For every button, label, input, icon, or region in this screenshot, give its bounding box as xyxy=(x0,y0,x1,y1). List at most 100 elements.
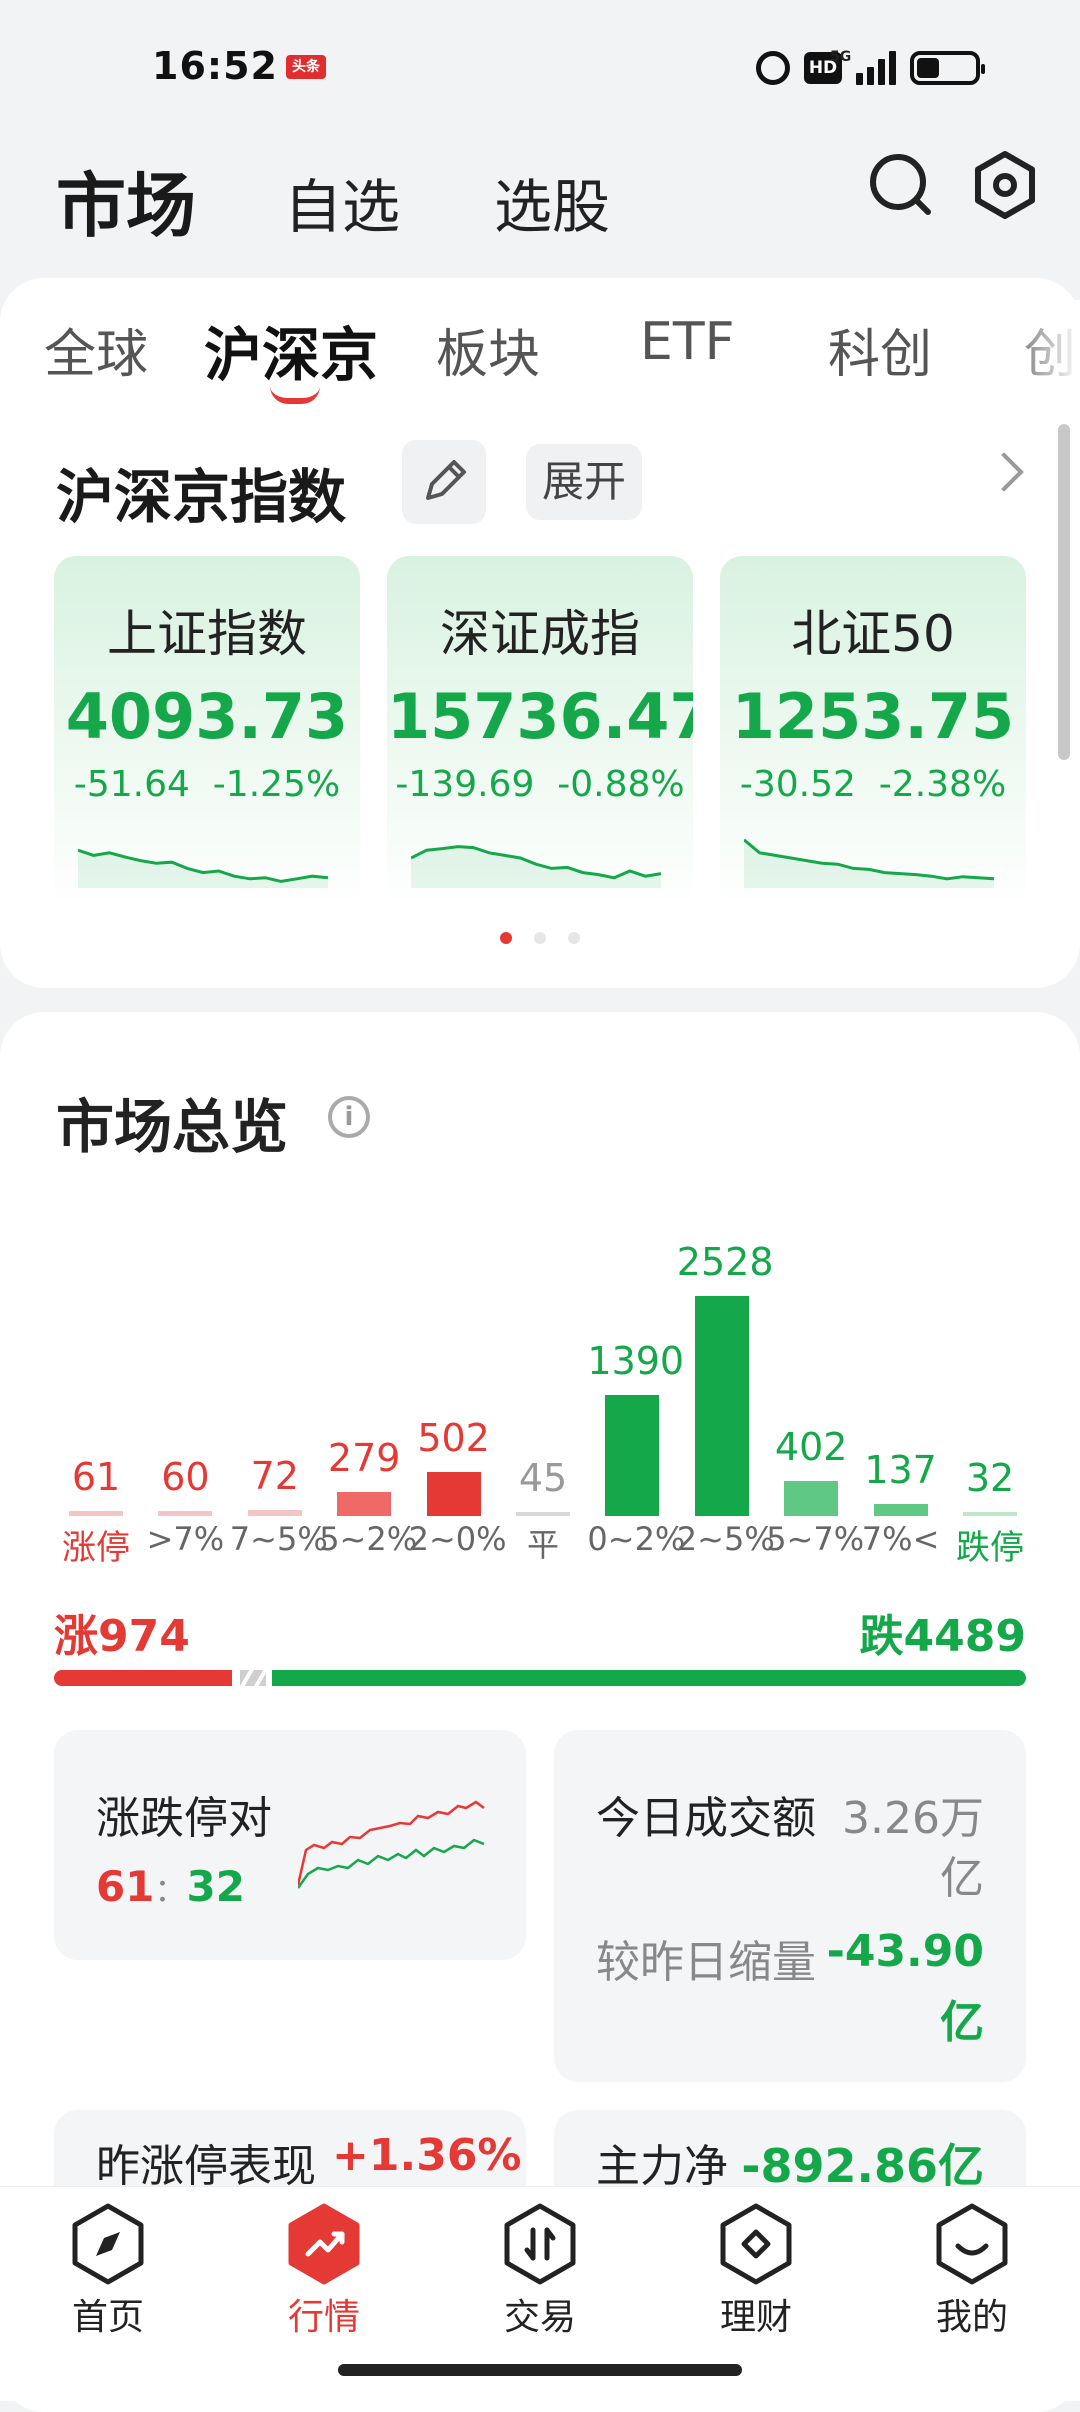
subtab-global[interactable]: 全球 xyxy=(44,312,148,387)
dist-bar xyxy=(426,1472,481,1516)
page-dot xyxy=(534,932,546,944)
scrollbar[interactable] xyxy=(1058,424,1070,760)
limit-pair-chart xyxy=(298,1800,485,1889)
search-icon[interactable] xyxy=(866,150,936,220)
subtab-sectors[interactable]: 板块 xyxy=(436,312,540,387)
dist-value: 279 xyxy=(327,1435,401,1480)
indices-title: 沪深京指数 xyxy=(56,463,347,531)
smile-icon xyxy=(936,2203,1008,2285)
dist-value: 137 xyxy=(864,1448,937,1493)
turnover-title: 今日成交额 xyxy=(596,1793,816,1844)
status-time: 16:52 xyxy=(152,44,278,88)
dist-bar xyxy=(784,1481,839,1516)
page-title[interactable]: 市场 xyxy=(56,150,196,251)
limit-pair-title: 涨跌停对 xyxy=(96,1793,272,1844)
tab-watchlist[interactable]: 自选 xyxy=(284,160,400,244)
up-ratio-bar xyxy=(54,1670,232,1686)
dist-bar xyxy=(694,1296,749,1516)
dist-label: 平 xyxy=(526,1526,559,1564)
dist-label: 跌停 xyxy=(956,1528,1024,1568)
tab-stock-picker[interactable]: 选股 xyxy=(494,160,610,244)
home-indicator[interactable] xyxy=(338,2364,742,2376)
index-change: -30.52 -2.38% xyxy=(739,764,1007,805)
pencil-icon xyxy=(426,460,466,500)
turnover-unit: 亿 xyxy=(940,1853,984,1904)
dist-label: 2~0% xyxy=(408,1520,507,1558)
turnover-compare-unit: 亿 xyxy=(940,1997,984,2048)
info-icon[interactable]: i xyxy=(328,1096,370,1138)
dist-label: 2~5% xyxy=(676,1520,775,1558)
edit-button[interactable] xyxy=(402,440,486,524)
yesterday-limit-title: 昨涨停表现 xyxy=(96,2141,316,2192)
chart-baseline xyxy=(56,1516,1026,1518)
index-sparkline xyxy=(78,848,329,888)
nav-market[interactable]: 行情 xyxy=(254,2200,394,2338)
index-card-szse[interactable]: 深证成指 15736.47 -139.69 -0.88% xyxy=(387,556,693,910)
index-card-sse[interactable]: 上证指数 4093.73 -51.64 -1.25% xyxy=(54,556,360,910)
sparkline-area xyxy=(744,839,994,888)
dist-label: 5~2% xyxy=(319,1520,418,1558)
limit-pair-card[interactable]: 涨跌停对 61：32 xyxy=(54,1730,526,1960)
dist-value: 502 xyxy=(417,1416,490,1461)
trade-arrows-icon xyxy=(504,2203,576,2285)
index-name: 北证50 xyxy=(791,605,955,663)
dist-value: 72 xyxy=(250,1453,299,1498)
index-value: 15736.47 xyxy=(387,680,693,753)
dist-label: 7~5% xyxy=(229,1520,328,1558)
nav-trade[interactable]: 交易 xyxy=(470,2200,610,2338)
index-change: -51.64 -1.25% xyxy=(73,764,341,805)
page-dot xyxy=(568,932,580,944)
nav-wealth-label: 理财 xyxy=(719,2297,792,2338)
subtab-star-market[interactable]: 科创 xyxy=(828,312,932,387)
down-count: 跌4489 xyxy=(859,1611,1026,1662)
compass-icon xyxy=(72,2203,144,2285)
dist-value: 45 xyxy=(518,1456,568,1500)
trend-up-icon xyxy=(288,2203,360,2285)
dist-label: 5~7% xyxy=(766,1520,865,1558)
page-dot-active xyxy=(500,932,512,944)
nav-wealth[interactable]: 理财 xyxy=(686,2200,826,2338)
index-card-bse50[interactable]: 北证50 1253.75 -30.52 -2.38% xyxy=(720,556,1026,910)
subtab-etf[interactable]: ETF xyxy=(640,312,735,372)
flat-ratio-bar xyxy=(240,1670,266,1686)
dist-label: >7% xyxy=(146,1520,225,1558)
nav-home[interactable]: 首页 xyxy=(38,2200,178,2338)
turnover-compare-value: -43.90 xyxy=(826,1926,984,1977)
dist-label: 0~2% xyxy=(587,1520,686,1558)
index-sparkline xyxy=(744,838,995,888)
diamond-icon xyxy=(720,2203,792,2285)
turnover-card[interactable]: 今日成交额 3.26万 亿 较昨日缩量 -43.90 亿 xyxy=(554,1730,1026,2082)
index-name: 深证成指 xyxy=(440,605,640,663)
dist-value: 2528 xyxy=(676,1240,774,1284)
main-net-title: 主力净 xyxy=(596,2141,728,2192)
index-sparkline xyxy=(411,845,662,888)
index-value: 4093.73 xyxy=(65,680,349,753)
settings-icon[interactable] xyxy=(970,150,1040,220)
turnover-value: 3.26万 xyxy=(842,1793,984,1844)
nav-market-label: 行情 xyxy=(287,2297,360,2338)
dist-label: 7%< xyxy=(861,1520,940,1558)
index-value: 1253.75 xyxy=(731,680,1015,753)
status-bar: 16:52 头条 HD 5G xyxy=(0,0,1080,130)
alarm-icon xyxy=(756,51,790,85)
turnover-compare-label: 较昨日缩量 xyxy=(596,1937,816,1988)
dist-value: 61 xyxy=(71,1454,121,1499)
expand-button[interactable]: 展开 xyxy=(526,444,642,520)
dist-bar xyxy=(605,1395,660,1516)
up-count: 涨974 xyxy=(54,1611,190,1662)
network-type: 5G xyxy=(830,49,852,65)
battery-icon xyxy=(910,51,985,85)
nav-profile[interactable]: 我的 xyxy=(902,2200,1042,2338)
dist-bar xyxy=(873,1504,928,1516)
dist-bar xyxy=(337,1491,392,1516)
tab-fade xyxy=(1000,300,1080,390)
index-name: 上证指数 xyxy=(107,605,307,663)
signal-icon: 5G xyxy=(830,49,896,85)
overview-title: 市场总览 xyxy=(56,1093,289,1161)
dist-value: 60 xyxy=(161,1454,210,1499)
limit-pair-values: 61：32 xyxy=(96,1862,245,1911)
status-icons: HD 5G xyxy=(756,48,985,88)
subtab-hushenjing[interactable]: 沪深京 xyxy=(204,308,378,392)
dist-label: 涨停 xyxy=(62,1528,130,1568)
nav-profile-label: 我的 xyxy=(935,2297,1008,2338)
